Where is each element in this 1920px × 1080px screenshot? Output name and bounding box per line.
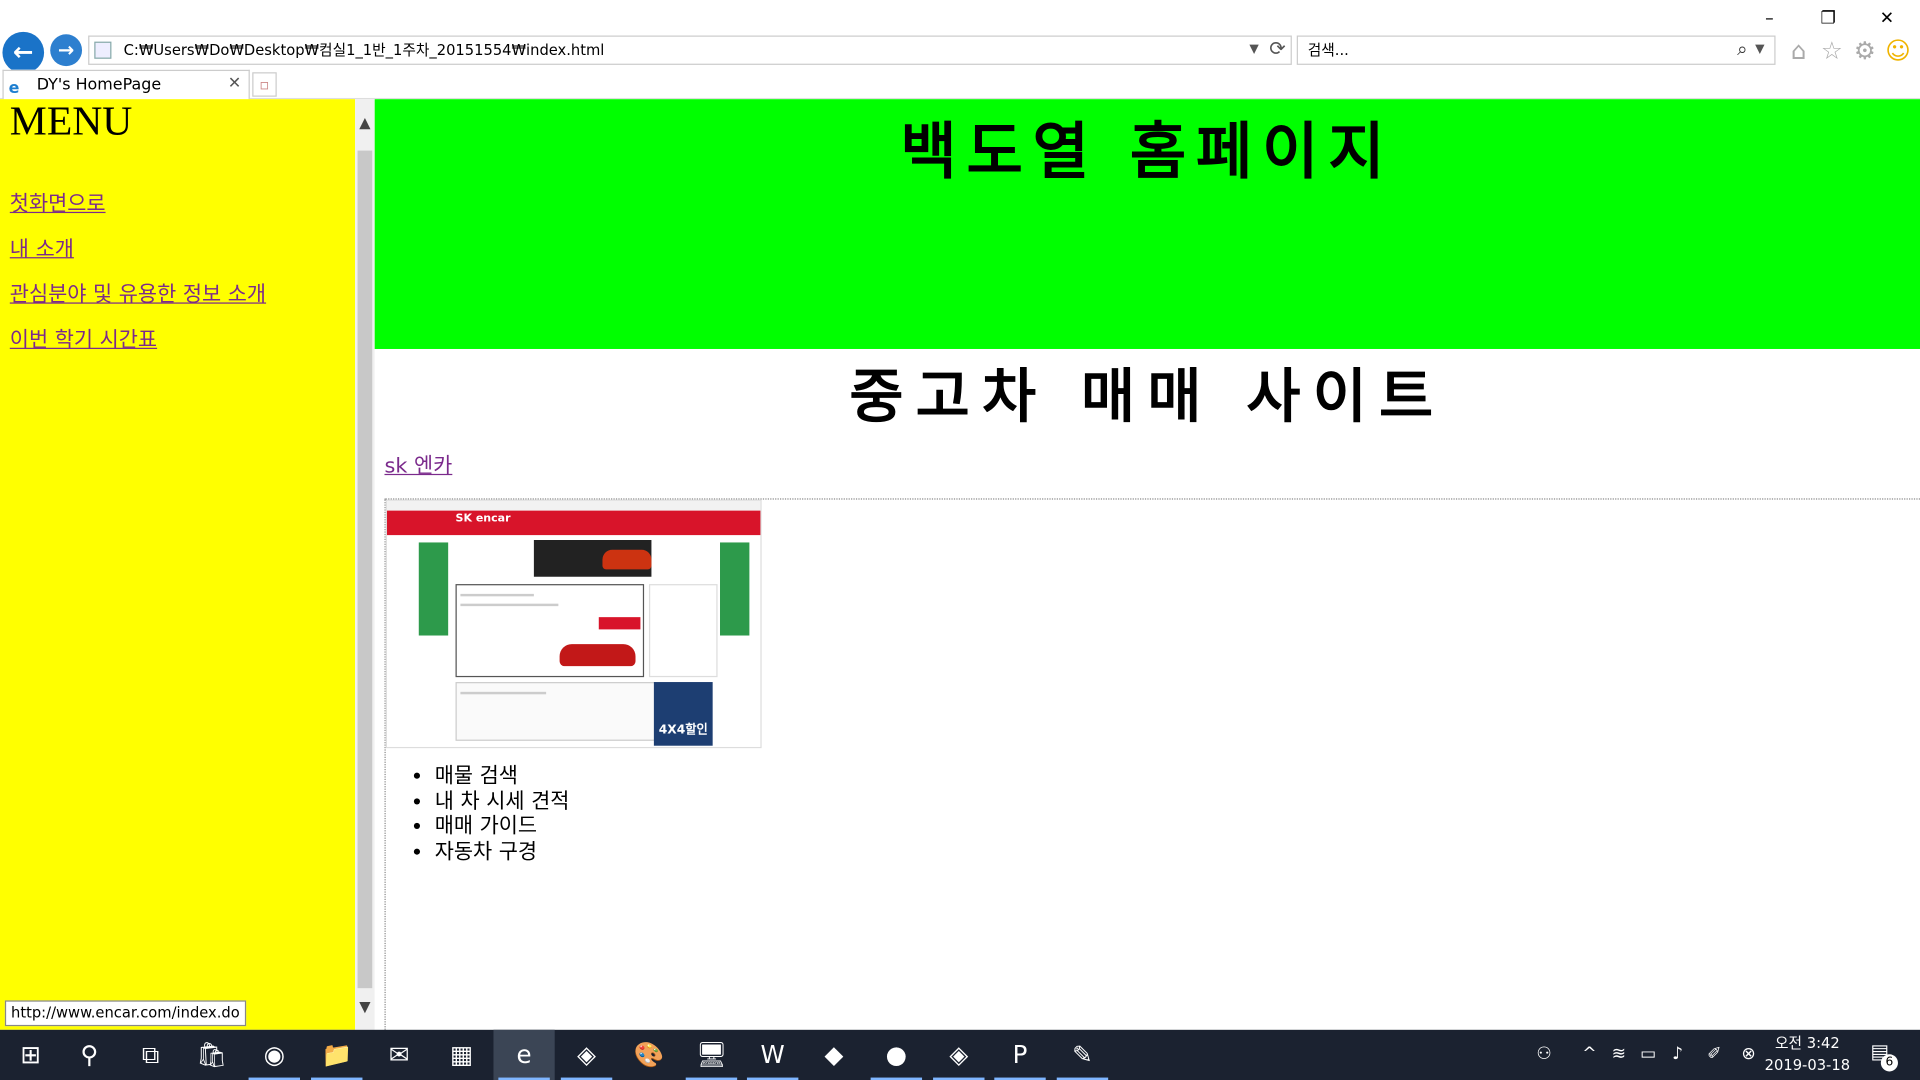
status-bar-url: http://www.encar.com/index.do xyxy=(4,1000,246,1027)
tab-title: DY's HomePage xyxy=(36,75,162,95)
search-placeholder[interactable]: 검색... xyxy=(1308,37,1349,64)
taskbar: ⊞ ⚲ ⧉ 🛍 ◉ 📁 ✉ ▦ e ◈ 🎨 🖥 W ◆ ● ◈ P ✎ ⚇ ^ … xyxy=(0,1029,1920,1080)
mail-icon[interactable]: ✉ xyxy=(369,1030,430,1080)
visual-studio-icon[interactable]: ◈ xyxy=(556,1030,617,1080)
scroll-down-icon[interactable]: ▼ xyxy=(355,998,375,1015)
page-icon xyxy=(94,41,112,59)
volume-icon[interactable]: ♪ xyxy=(1665,1030,1689,1080)
clock-time: 오전 3:42 xyxy=(1775,1034,1840,1052)
preview-text-line xyxy=(460,691,547,695)
list-item: 내 차 시세 견적 xyxy=(435,789,570,814)
new-tab-button[interactable]: ▫ xyxy=(252,72,277,97)
preview-browser-bar xyxy=(386,500,761,511)
visual-studio-2-icon[interactable]: ◈ xyxy=(928,1030,989,1080)
main-frame: 백도열 홈페이지 중고차 매매 사이트 sk 엔카 SK encar 4X4할인 xyxy=(374,99,1920,1030)
preview-right-banner xyxy=(720,542,750,636)
scrollbar-thumb[interactable] xyxy=(357,150,373,989)
menu-link-interests[interactable]: 관심분야 및 유용한 정보 소개 xyxy=(10,277,266,307)
snipping-tool-icon[interactable]: ◆ xyxy=(803,1030,864,1080)
list-item: 자동차 구경 xyxy=(435,839,570,864)
notification-count: 6 xyxy=(1880,1054,1898,1072)
preview-logo: SK encar xyxy=(455,513,511,526)
preview-search-button xyxy=(598,617,641,630)
section-title: 중고차 매매 사이트 xyxy=(849,362,1446,432)
word-icon[interactable]: W xyxy=(742,1030,803,1080)
preview-side-panel xyxy=(648,584,718,678)
preview-header-bar xyxy=(386,510,761,536)
wifi-icon[interactable]: ≋ xyxy=(1607,1030,1631,1080)
home-icon[interactable]: ⌂ xyxy=(1785,37,1812,64)
menu-title: MENU xyxy=(9,99,133,145)
menu-link-timetable[interactable]: 이번 학기 시간표 xyxy=(10,322,157,352)
minimize-button[interactable]: – xyxy=(1741,4,1797,33)
close-button[interactable]: ✕ xyxy=(1859,4,1915,33)
menu-scrollbar[interactable]: ▲ ▼ xyxy=(355,99,375,1030)
address-url[interactable]: C:₩Users₩Do₩Desktop₩컴실1_1반_1주차_20151554₩… xyxy=(124,37,605,64)
menu-link-home[interactable]: 첫화면으로 xyxy=(10,186,106,216)
clock[interactable]: 오전 3:42 2019-03-18 xyxy=(1758,1032,1856,1076)
paint-icon[interactable]: 🎨 xyxy=(618,1030,679,1080)
preview-text-line xyxy=(460,603,559,607)
settings-gear-icon[interactable]: ⚙ xyxy=(1851,37,1878,64)
forward-button[interactable]: → xyxy=(50,34,83,67)
people-icon[interactable]: ⚇ xyxy=(1531,1030,1558,1080)
restore-button[interactable]: ❐ xyxy=(1800,4,1856,33)
preview-text-line xyxy=(460,593,534,597)
favorites-star-icon[interactable]: ☆ xyxy=(1818,37,1845,64)
task-view-icon[interactable]: ⧉ xyxy=(120,1030,181,1080)
address-bar[interactable]: C:₩Users₩Do₩Desktop₩컴실1_1반_1주차_20151554₩… xyxy=(88,35,1292,65)
back-button[interactable]: ← xyxy=(2,31,45,74)
window-titlebar: – ❐ ✕ xyxy=(0,0,1920,37)
header-banner: 백도열 홈페이지 xyxy=(374,99,1920,349)
battery-icon[interactable]: ▭ xyxy=(1636,1030,1660,1080)
preview-ad-car xyxy=(602,549,652,570)
preview-blue-banner: 4X4할인 xyxy=(653,682,713,746)
powerpoint-icon[interactable]: P xyxy=(989,1030,1050,1080)
tab-close-icon[interactable]: ✕ xyxy=(228,71,241,98)
screen: – ❐ ✕ ← → C:₩Users₩Do₩Desktop₩컴실1_1반_1주차… xyxy=(0,0,1920,1080)
remote-desktop-icon[interactable]: 🖥 xyxy=(681,1030,742,1080)
search-box[interactable]: 검색... ⌕ ▼ xyxy=(1296,35,1776,65)
forward-arrow-icon: → xyxy=(57,37,75,62)
start-windows-icon[interactable]: ⊞ xyxy=(0,1030,61,1080)
search-icon[interactable]: ⌕ xyxy=(1737,36,1747,63)
paint-3d-icon[interactable]: ✎ xyxy=(1052,1030,1113,1080)
tray-chevron-icon[interactable]: ^ xyxy=(1577,1030,1601,1080)
inner-frame: SK encar 4X4할인 매물 검색 내 차 시세 견적 매 xyxy=(384,498,1920,1030)
kakaotalk-icon[interactable]: ● xyxy=(866,1030,927,1080)
notification-icon[interactable]: ▤ 6 xyxy=(1866,1040,1898,1072)
preview-red-car xyxy=(559,644,636,667)
menu-frame: MENU 첫화면으로 내 소개 관심분야 및 유용한 정보 소개 이번 학기 시… xyxy=(0,99,356,1030)
encar-screenshot-image[interactable]: SK encar 4X4할인 xyxy=(385,499,762,749)
ime-icon[interactable]: ⊗ xyxy=(1736,1030,1760,1080)
chrome-icon[interactable]: ◉ xyxy=(244,1030,305,1080)
address-dropdown-icon[interactable]: ▼ xyxy=(1249,37,1258,64)
store-icon[interactable]: 🛍 xyxy=(181,1030,242,1080)
list-item: 매물 검색 xyxy=(435,764,570,789)
refresh-icon[interactable]: ⟳ xyxy=(1269,36,1285,63)
file-explorer-icon[interactable]: 📁 xyxy=(306,1030,367,1080)
search-icon[interactable]: ⚲ xyxy=(59,1030,120,1080)
encar-link[interactable]: sk 엔카 xyxy=(384,448,452,478)
clock-date: 2019-03-18 xyxy=(1764,1056,1851,1074)
list-item: 매매 가이드 xyxy=(435,814,570,839)
tab-strip: e DY's HomePage ✕ ▫ xyxy=(0,69,1920,100)
pen-icon[interactable]: ✐ xyxy=(1702,1030,1726,1080)
page-title: 백도열 홈페이지 xyxy=(900,115,1395,188)
feedback-smiley-icon[interactable]: ☺ xyxy=(1885,37,1912,64)
preview-left-banner xyxy=(418,542,449,636)
back-arrow-icon: ← xyxy=(12,36,34,67)
scroll-up-icon[interactable]: ▲ xyxy=(355,114,375,131)
calculator-icon[interactable]: ▦ xyxy=(431,1030,492,1080)
feature-list: 매물 검색 내 차 시세 견적 매매 가이드 자동차 구경 xyxy=(435,764,570,864)
internet-explorer-icon[interactable]: e xyxy=(493,1029,555,1080)
search-dropdown-icon[interactable]: ▼ xyxy=(1755,37,1764,64)
preview-search-box xyxy=(455,584,645,678)
tab-dy-homepage[interactable]: e DY's HomePage ✕ xyxy=(2,69,250,100)
menu-link-about[interactable]: 내 소개 xyxy=(10,231,74,262)
